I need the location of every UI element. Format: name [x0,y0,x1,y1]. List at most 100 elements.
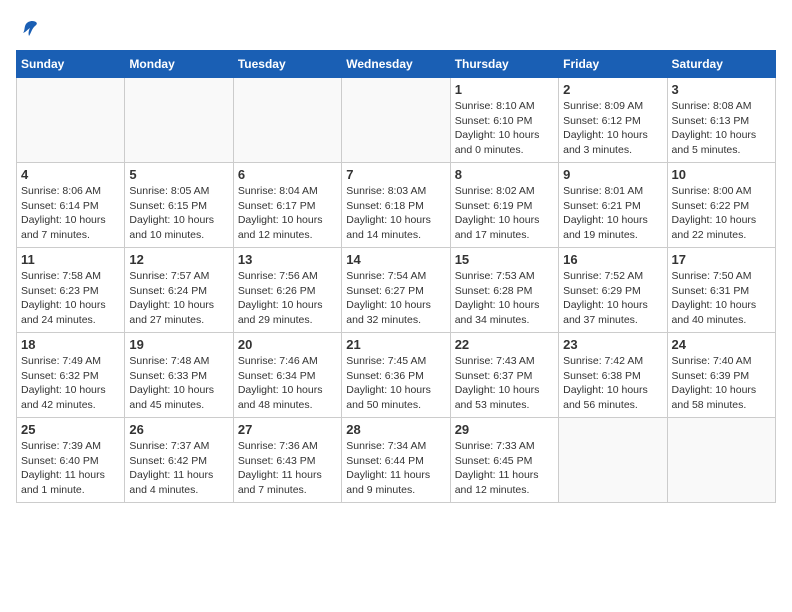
day-info: Sunrise: 7:40 AM Sunset: 6:39 PM Dayligh… [672,354,771,413]
day-number: 16 [563,252,662,267]
day-info: Sunrise: 7:36 AM Sunset: 6:43 PM Dayligh… [238,439,337,498]
calendar-week-row: 4 Sunrise: 8:06 AM Sunset: 6:14 PM Daylig… [17,163,776,248]
calendar-cell: 16 Sunrise: 7:52 AM Sunset: 6:29 PM Dayli… [559,248,667,333]
calendar-cell: 11 Sunrise: 7:58 AM Sunset: 6:23 PM Dayli… [17,248,125,333]
day-info: Sunrise: 8:10 AM Sunset: 6:10 PM Dayligh… [455,99,554,158]
calendar-cell: 25Sunrise: 7:39 AM Sunset: 6:40 PM Dayli… [17,418,125,503]
day-number: 17 [672,252,771,267]
calendar-cell: 26Sunrise: 7:37 AM Sunset: 6:42 PM Dayli… [125,418,233,503]
day-number: 14 [346,252,445,267]
day-info: Sunrise: 7:46 AM Sunset: 6:34 PM Dayligh… [238,354,337,413]
calendar-header-monday: Monday [125,51,233,78]
day-number: 7 [346,167,445,182]
calendar-table: SundayMondayTuesdayWednesdayThursdayFrid… [16,50,776,503]
calendar-header-saturday: Saturday [667,51,775,78]
calendar-cell: 23Sunrise: 7:42 AM Sunset: 6:38 PM Dayli… [559,333,667,418]
day-info: Sunrise: 7:50 AM Sunset: 6:31 PM Dayligh… [672,269,771,328]
day-info: Sunrise: 7:56 AM Sunset: 6:26 PM Dayligh… [238,269,337,328]
calendar-header-tuesday: Tuesday [233,51,341,78]
day-number: 2 [563,82,662,97]
day-info: Sunrise: 8:06 AM Sunset: 6:14 PM Dayligh… [21,184,120,243]
day-info: Sunrise: 7:48 AM Sunset: 6:33 PM Dayligh… [129,354,228,413]
calendar-cell: 29 Sunrise: 7:33 AM Sunset: 6:45 PM Dayli… [450,418,558,503]
day-info: Sunrise: 8:03 AM Sunset: 6:18 PM Dayligh… [346,184,445,243]
calendar-cell: 15Sunrise: 7:53 AM Sunset: 6:28 PM Dayli… [450,248,558,333]
day-info: Sunrise: 8:02 AM Sunset: 6:19 PM Dayligh… [455,184,554,243]
calendar-cell: 22 Sunrise: 7:43 AM Sunset: 6:37 PM Dayli… [450,333,558,418]
day-number: 19 [129,337,228,352]
day-info: Sunrise: 7:43 AM Sunset: 6:37 PM Dayligh… [455,354,554,413]
calendar-cell: 27 Sunrise: 7:36 AM Sunset: 6:43 PM Dayli… [233,418,341,503]
day-number: 9 [563,167,662,182]
day-number: 29 [455,422,554,437]
calendar-week-row: 25Sunrise: 7:39 AM Sunset: 6:40 PM Dayli… [17,418,776,503]
day-number: 15 [455,252,554,267]
day-number: 5 [129,167,228,182]
calendar-header-wednesday: Wednesday [342,51,450,78]
day-info: Sunrise: 7:54 AM Sunset: 6:27 PM Dayligh… [346,269,445,328]
calendar-cell [17,78,125,163]
calendar-cell: 4 Sunrise: 8:06 AM Sunset: 6:14 PM Daylig… [17,163,125,248]
calendar-week-row: 11 Sunrise: 7:58 AM Sunset: 6:23 PM Dayli… [17,248,776,333]
day-number: 13 [238,252,337,267]
logo-bird-icon [18,18,40,40]
day-number: 6 [238,167,337,182]
day-number: 28 [346,422,445,437]
calendar-cell: 9 Sunrise: 8:01 AM Sunset: 6:21 PM Daylig… [559,163,667,248]
day-number: 22 [455,337,554,352]
day-number: 24 [672,337,771,352]
day-info: Sunrise: 8:00 AM Sunset: 6:22 PM Dayligh… [672,184,771,243]
day-info: Sunrise: 7:34 AM Sunset: 6:44 PM Dayligh… [346,439,445,498]
day-info: Sunrise: 7:58 AM Sunset: 6:23 PM Dayligh… [21,269,120,328]
day-number: 21 [346,337,445,352]
day-number: 3 [672,82,771,97]
day-info: Sunrise: 7:42 AM Sunset: 6:38 PM Dayligh… [563,354,662,413]
calendar-cell: 18 Sunrise: 7:49 AM Sunset: 6:32 PM Dayli… [17,333,125,418]
day-number: 8 [455,167,554,182]
calendar-cell: 8 Sunrise: 8:02 AM Sunset: 6:19 PM Daylig… [450,163,558,248]
calendar-cell: 12 Sunrise: 7:57 AM Sunset: 6:24 PM Dayli… [125,248,233,333]
calendar-week-row: 1 Sunrise: 8:10 AM Sunset: 6:10 PM Daylig… [17,78,776,163]
calendar-cell: 7 Sunrise: 8:03 AM Sunset: 6:18 PM Daylig… [342,163,450,248]
calendar-week-row: 18 Sunrise: 7:49 AM Sunset: 6:32 PM Dayli… [17,333,776,418]
day-info: Sunrise: 8:08 AM Sunset: 6:13 PM Dayligh… [672,99,771,158]
day-info: Sunrise: 8:05 AM Sunset: 6:15 PM Dayligh… [129,184,228,243]
day-number: 1 [455,82,554,97]
calendar-cell: 5 Sunrise: 8:05 AM Sunset: 6:15 PM Daylig… [125,163,233,248]
day-info: Sunrise: 7:57 AM Sunset: 6:24 PM Dayligh… [129,269,228,328]
calendar-header-thursday: Thursday [450,51,558,78]
calendar-cell: 28 Sunrise: 7:34 AM Sunset: 6:44 PM Dayli… [342,418,450,503]
page-header [16,16,776,40]
calendar-cell: 3 Sunrise: 8:08 AM Sunset: 6:13 PM Daylig… [667,78,775,163]
calendar-header-sunday: Sunday [17,51,125,78]
calendar-cell [559,418,667,503]
day-number: 27 [238,422,337,437]
day-info: Sunrise: 7:45 AM Sunset: 6:36 PM Dayligh… [346,354,445,413]
day-info: Sunrise: 8:04 AM Sunset: 6:17 PM Dayligh… [238,184,337,243]
day-number: 18 [21,337,120,352]
calendar-cell [667,418,775,503]
day-number: 4 [21,167,120,182]
calendar-cell: 21 Sunrise: 7:45 AM Sunset: 6:36 PM Dayli… [342,333,450,418]
calendar-cell [233,78,341,163]
day-info: Sunrise: 7:37 AM Sunset: 6:42 PM Dayligh… [129,439,228,498]
calendar-cell: 2 Sunrise: 8:09 AM Sunset: 6:12 PM Daylig… [559,78,667,163]
calendar-cell: 14 Sunrise: 7:54 AM Sunset: 6:27 PM Dayli… [342,248,450,333]
day-info: Sunrise: 7:39 AM Sunset: 6:40 PM Dayligh… [21,439,120,498]
day-info: Sunrise: 8:01 AM Sunset: 6:21 PM Dayligh… [563,184,662,243]
day-info: Sunrise: 8:09 AM Sunset: 6:12 PM Dayligh… [563,99,662,158]
day-info: Sunrise: 7:49 AM Sunset: 6:32 PM Dayligh… [21,354,120,413]
calendar-cell: 17 Sunrise: 7:50 AM Sunset: 6:31 PM Dayli… [667,248,775,333]
day-number: 11 [21,252,120,267]
day-number: 12 [129,252,228,267]
calendar-cell: 24 Sunrise: 7:40 AM Sunset: 6:39 PM Dayli… [667,333,775,418]
logo [16,20,40,40]
calendar-cell [125,78,233,163]
day-info: Sunrise: 7:52 AM Sunset: 6:29 PM Dayligh… [563,269,662,328]
calendar-cell: 1 Sunrise: 8:10 AM Sunset: 6:10 PM Daylig… [450,78,558,163]
calendar-header-friday: Friday [559,51,667,78]
calendar-cell: 10Sunrise: 8:00 AM Sunset: 6:22 PM Dayli… [667,163,775,248]
day-info: Sunrise: 7:33 AM Sunset: 6:45 PM Dayligh… [455,439,554,498]
calendar-cell: 19 Sunrise: 7:48 AM Sunset: 6:33 PM Dayli… [125,333,233,418]
calendar-header-row: SundayMondayTuesdayWednesdayThursdayFrid… [17,51,776,78]
